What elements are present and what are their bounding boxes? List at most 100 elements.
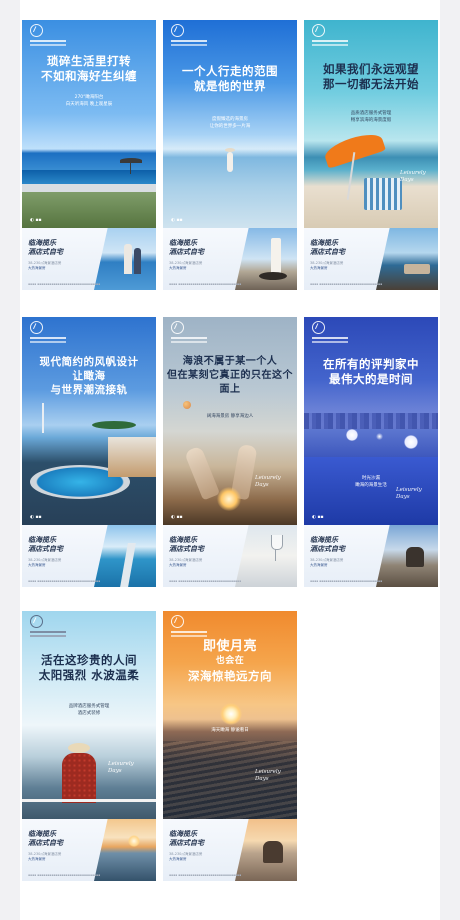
panel-tag: 大热海景房	[310, 266, 328, 270]
info-panel: 临海揽乐 酒店式自宅 38-230㎡海景酒店房 大热海景房 ▪▪▪▪ ▪▪▪▪▪…	[304, 228, 438, 290]
signature-line: Leisurely	[396, 487, 422, 493]
headline-line: 太阳强烈 水波温柔	[38, 668, 140, 682]
panel-title-line: 酒店式自宅	[28, 838, 63, 847]
info-panel: 临海揽乐 酒店式自宅 38-230㎡海景酒店房 大热海景房 ▪▪▪▪ ▪▪▪▪▪…	[163, 819, 297, 881]
brand-logo-icon	[30, 321, 43, 334]
headline-line: 最伟大的是时间	[329, 372, 413, 386]
headline-line: 在所有的评判家中	[323, 357, 419, 371]
subtitle-line: 品质酒店服务式管理	[350, 111, 392, 116]
panel-tag: 大热海景房	[169, 857, 187, 861]
panel-title-line: 酒店式自宅	[169, 247, 204, 256]
panel-title-line: 临海揽乐	[28, 238, 56, 247]
building-terrace	[108, 437, 156, 477]
panel-footer-line: ▪▪▪▪ ▪▪▪▪▪▪▪▪▪▪▪▪▪▪▪▪▪▪▪▪▪▪▪▪▪▪▪▪▪▪▪	[169, 873, 242, 877]
panel-tag: 大热海景房	[28, 563, 46, 567]
brand-logo-text	[30, 631, 66, 633]
sun-icon	[128, 835, 140, 847]
brand-logo-icon	[171, 615, 184, 628]
umbrella-icon	[322, 129, 386, 169]
panel-title-line: 酒店式自宅	[169, 544, 204, 553]
subtitle: 品牌酒店服务式管理 酒店式装修	[22, 703, 156, 717]
brand-logo-icon: ◐ ▪▪	[312, 515, 324, 520]
headline: 一个人行走的范围 就是他的世界	[163, 64, 297, 94]
subtitle-line: 阔海海景房 静享海边人	[206, 414, 254, 419]
signature-line: Days	[255, 482, 269, 488]
poster-scene: 一个人行走的范围 就是他的世界 度假臻选的海景房 让你的世界多一片海 ◐ ▪▪	[163, 20, 297, 228]
headline: 在所有的评判家中 最伟大的是时间	[304, 357, 438, 387]
subtitle: 阔海海景房 静享海边人	[163, 413, 297, 420]
brand-logo-icon	[171, 321, 184, 334]
headline: 海浪不属于某一个人 但在某刻它真正的只在这个面上	[163, 355, 297, 397]
panel-photo	[376, 525, 438, 587]
brand-logo-icon	[312, 24, 325, 37]
panel-photo	[235, 819, 297, 881]
straw-hat	[68, 743, 90, 753]
subtitle-line: 让你的世界多一片海	[209, 124, 251, 129]
info-panel: 临海揽乐 酒店式自宅 38-230㎡海景酒店房 大热海景房 ▪▪▪▪ ▪▪▪▪▪…	[22, 228, 156, 290]
headline-line: 与世界潮流接轨	[50, 384, 128, 396]
lamp-orb	[376, 433, 383, 440]
headline: 如果我们永远观望 那一切都无法开始	[304, 62, 438, 92]
panel-photo	[235, 525, 297, 587]
panel-footer-line: ▪▪▪▪ ▪▪▪▪▪▪▪▪▪▪▪▪▪▪▪▪▪▪▪▪▪▪▪▪▪▪▪▪▪▪▪	[28, 579, 101, 583]
headline: 现代简约的风帆设计 让瞰海 与世界潮流接轨	[22, 355, 156, 397]
signature-line: Days	[400, 177, 414, 183]
signature-line: Days	[255, 776, 269, 782]
subtitle-line: 酒店式装修	[77, 711, 101, 716]
panel-footer-line: ▪▪▪▪ ▪▪▪▪▪▪▪▪▪▪▪▪▪▪▪▪▪▪▪▪▪▪▪▪▪▪▪▪▪▪▪	[28, 282, 101, 286]
panel-photo	[94, 228, 156, 290]
subtitle-line: 海天瞰海 静谧看日	[211, 728, 249, 733]
panel-footer-line: ▪▪▪▪ ▪▪▪▪▪▪▪▪▪▪▪▪▪▪▪▪▪▪▪▪▪▪▪▪▪▪▪▪▪▪▪	[169, 579, 242, 583]
couple-figure	[406, 547, 424, 567]
woman-figure	[62, 753, 96, 803]
poster-scene: 琐碎生活里打转 不如和海好生纠缠 270°瞰海阳台 白天听海风 晚上观星辰 ◐ …	[22, 20, 156, 228]
brand-logo-text	[30, 337, 66, 339]
panel-footer-line: ▪▪▪▪ ▪▪▪▪▪▪▪▪▪▪▪▪▪▪▪▪▪▪▪▪▪▪▪▪▪▪▪▪▪▪▪	[310, 282, 383, 286]
info-panel: 临海揽乐 酒店式自宅 38-230㎡海景酒店房 大热海景房 ▪▪▪▪ ▪▪▪▪▪…	[22, 819, 156, 881]
foot-left	[183, 445, 221, 501]
wine-glass	[271, 535, 283, 550]
umbrella-pole	[130, 162, 131, 174]
brand-logo-text	[171, 631, 207, 633]
subtitle: 海天瞰海 静谧看日	[163, 727, 297, 734]
poster-scene: 海浪不属于某一个人 但在某刻它真正的只在这个面上 阔海海景房 静享海边人 Lei…	[163, 317, 297, 525]
panel-title-line: 临海揽乐	[310, 238, 338, 247]
railing	[22, 799, 156, 802]
brand-logo-icon	[30, 24, 43, 37]
brand-logo-icon	[30, 615, 43, 628]
headline-line: 海浪不属于某一个人	[182, 356, 278, 367]
signature-line: Leisurely	[255, 475, 281, 481]
panel-title-line: 临海揽乐	[28, 535, 56, 544]
headline-line: 一个人行走的范围	[182, 64, 278, 78]
vase-sculpture	[271, 238, 281, 274]
sun-icon	[217, 487, 241, 511]
subtitle: 品质酒店服务式管理 畅享滨海的海景度假	[304, 110, 438, 124]
subtitle: 270°瞰海阳台 白天听海风 晚上观星辰	[22, 94, 156, 108]
panel-title: 临海揽乐 酒店式自宅	[169, 535, 204, 553]
subtitle-line: 时光沙漏	[362, 476, 380, 481]
poster-sheet: 琐碎生活里打转 不如和海好生纠缠 270°瞰海阳台 白天听海风 晚上观星辰 ◐ …	[20, 0, 440, 920]
panel-tag: 大热海景房	[28, 857, 46, 861]
panel-title-line: 酒店式自宅	[310, 544, 345, 553]
poster-7: 活在这珍贵的人间 太阳强烈 水波温柔 品牌酒店服务式管理 酒店式装修 Leisu…	[22, 611, 156, 881]
panel-tags: 38-230㎡海景酒店房 大热海景房	[310, 261, 343, 271]
subtitle-line: 白天听海风 晚上观星辰	[65, 102, 113, 107]
headline-line: 但在某刻它真正的只在这个面上	[167, 370, 293, 395]
headline-line: 即使月亮	[202, 639, 257, 654]
info-panel: 临海揽乐 酒店式自宅 38-230㎡海景酒店房 大热海景房 ▪▪▪▪ ▪▪▪▪▪…	[22, 525, 156, 587]
panel-title: 临海揽乐 酒店式自宅	[28, 829, 63, 847]
panel-title-line: 临海揽乐	[169, 238, 197, 247]
brand-logo-icon: ◐ ▪▪	[171, 218, 183, 223]
headline-line: 深海惊艳远方向	[188, 669, 272, 683]
subtitle-line: 品牌酒店服务式管理	[68, 704, 110, 709]
hat	[225, 148, 235, 152]
subtitle-line: 270°瞰海阳台	[74, 95, 104, 100]
panel-title-line: 酒店式自宅	[28, 544, 63, 553]
panel-tag: 大热海景房	[169, 266, 187, 270]
poster-scene: 如果我们永远观望 那一切都无法开始 品质酒店服务式管理 畅享滨海的海景度假 Le…	[304, 20, 438, 228]
city-skyline	[304, 413, 438, 429]
signature: Leisurely Days	[108, 761, 134, 775]
panel-title-line: 临海揽乐	[169, 829, 197, 838]
panel-title-line: 酒店式自宅	[169, 838, 204, 847]
panel-tags: 38-230㎡海景酒店房 大热海景房	[169, 558, 202, 568]
